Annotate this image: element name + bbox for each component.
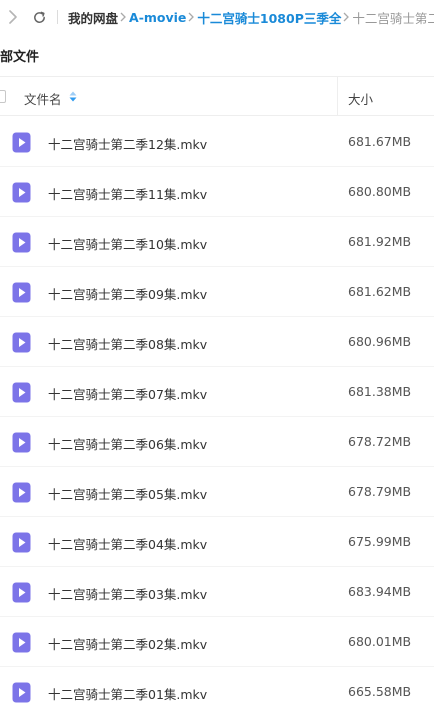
select-all-checkbox[interactable] xyxy=(0,90,6,103)
breadcrumb-current: 十二宫骑士第二季 xyxy=(352,10,434,26)
file-list: 十二宫骑士第二季12集.mkv 681.67MB 十二宫骑士第二季11集.mkv 68… xyxy=(0,117,434,707)
file-row[interactable]: 十二宫骑士第二季01集.mkv 665.58MB xyxy=(0,667,434,707)
file-name[interactable]: 十二宫骑士第二季10集.mkv xyxy=(48,234,207,253)
file-row[interactable]: 十二宫骑士第二季04集.mkv 675.99MB xyxy=(0,517,434,567)
file-row[interactable]: 十二宫骑士第二季06集.mkv 678.72MB xyxy=(0,417,434,467)
file-name[interactable]: 十二宫骑士第二季01集.mkv xyxy=(48,684,207,703)
file-name[interactable]: 十二宫骑士第二季08集.mkv xyxy=(48,334,207,353)
file-row[interactable]: 十二宫骑士第二季11集.mkv 680.80MB xyxy=(0,167,434,217)
video-file-icon xyxy=(12,132,31,153)
file-size: 675.99MB xyxy=(348,534,412,549)
file-size: 680.80MB xyxy=(348,184,412,199)
video-file-icon xyxy=(12,382,31,403)
video-file-icon xyxy=(12,232,31,253)
video-file-icon xyxy=(12,282,31,303)
video-file-icon xyxy=(12,332,31,353)
file-size: 665.58MB xyxy=(348,684,412,699)
breadcrumb: 我的网盘 A-movie 十二宫骑士1080P三季全 十二宫骑士第二季 xyxy=(68,8,434,26)
file-browser: 我的网盘 A-movie 十二宫骑士1080P三季全 十二宫骑士第二季 部文件 … xyxy=(0,0,434,707)
file-size: 681.92MB xyxy=(348,234,412,249)
file-name[interactable]: 十二宫骑士第二季04集.mkv xyxy=(48,534,207,553)
video-file-icon xyxy=(12,682,31,703)
breadcrumb-item-season-folder[interactable]: 十二宫骑士1080P三季全 xyxy=(197,8,341,27)
file-row[interactable]: 十二宫骑士第二季08集.mkv 680.96MB xyxy=(0,317,434,367)
file-name[interactable]: 十二宫骑士第二季06集.mkv xyxy=(48,434,207,453)
file-name[interactable]: 十二宫骑士第二季12集.mkv xyxy=(48,134,207,153)
column-header-size[interactable]: 大小 xyxy=(348,89,373,108)
file-name[interactable]: 十二宫骑士第二季11集.mkv xyxy=(48,184,207,203)
file-size: 678.72MB xyxy=(348,434,412,449)
toolbar-divider xyxy=(57,10,58,24)
file-name[interactable]: 十二宫骑士第二季03集.mkv xyxy=(48,584,207,603)
sort-icon[interactable] xyxy=(69,91,77,102)
video-file-icon xyxy=(12,182,31,203)
file-name[interactable]: 十二宫骑士第二季05集.mkv xyxy=(48,484,207,503)
video-file-icon xyxy=(12,632,31,653)
video-file-icon xyxy=(12,532,31,553)
chevron-right-icon xyxy=(120,12,126,22)
top-bar: 我的网盘 A-movie 十二宫骑士1080P三季全 十二宫骑士第二季 xyxy=(0,0,434,34)
file-row[interactable]: 十二宫骑士第二季12集.mkv 681.67MB xyxy=(0,117,434,167)
file-size: 681.38MB xyxy=(348,384,412,399)
breadcrumb-item-a-movie[interactable]: A-movie xyxy=(129,10,186,25)
refresh-button[interactable] xyxy=(30,8,48,26)
video-file-icon xyxy=(12,482,31,503)
file-size: 681.62MB xyxy=(348,284,412,299)
file-row[interactable]: 十二宫骑士第二季09集.mkv 681.62MB xyxy=(0,267,434,317)
breadcrumb-root[interactable]: 我的网盘 xyxy=(68,8,118,27)
section-title: 部文件 xyxy=(0,50,40,65)
file-size: 683.94MB xyxy=(348,584,412,599)
column-header-name[interactable]: 文件名 xyxy=(24,89,62,108)
refresh-icon xyxy=(33,11,45,23)
chevron-right-icon xyxy=(188,12,195,22)
file-name[interactable]: 十二宫骑士第二季02集.mkv xyxy=(48,634,207,653)
file-size: 680.96MB xyxy=(348,334,412,349)
file-row[interactable]: 十二宫骑士第二季05集.mkv 678.79MB xyxy=(0,467,434,517)
video-file-icon xyxy=(12,582,31,603)
chevron-right-icon xyxy=(9,10,17,24)
file-name[interactable]: 十二宫骑士第二季07集.mkv xyxy=(48,384,207,403)
forward-button[interactable] xyxy=(4,8,22,26)
chevron-right-icon xyxy=(343,12,350,22)
file-row[interactable]: 十二宫骑士第二季03集.mkv 683.94MB xyxy=(0,567,434,617)
file-size: 681.67MB xyxy=(348,134,412,149)
file-row[interactable]: 十二宫骑士第二季07集.mkv 681.38MB xyxy=(0,367,434,417)
list-header: 文件名 大小 xyxy=(0,76,434,116)
file-name[interactable]: 十二宫骑士第二季09集.mkv xyxy=(48,284,207,303)
video-file-icon xyxy=(12,432,31,453)
column-divider[interactable] xyxy=(337,77,338,116)
file-size: 678.79MB xyxy=(348,484,412,499)
file-size: 680.01MB xyxy=(348,634,412,649)
file-row[interactable]: 十二宫骑士第二季10集.mkv 681.92MB xyxy=(0,217,434,267)
file-row[interactable]: 十二宫骑士第二季02集.mkv 680.01MB xyxy=(0,617,434,667)
